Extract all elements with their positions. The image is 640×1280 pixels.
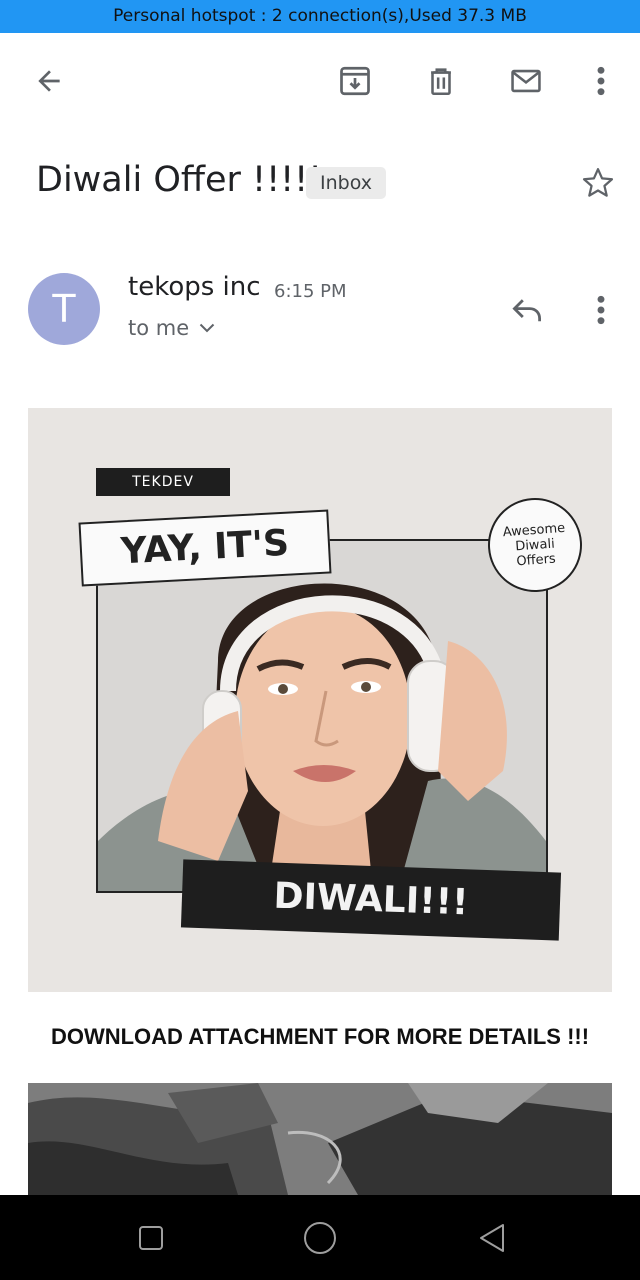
status-bar: Personal hotspot : 2 connection(s),Used … — [0, 0, 640, 33]
woman-with-headphones-illustration — [98, 541, 546, 891]
mark-unread-icon — [511, 69, 541, 93]
recipient-details-toggle[interactable]: to me — [128, 316, 215, 340]
recents-square-icon — [139, 1226, 163, 1250]
back-triangle-icon — [480, 1224, 504, 1252]
back-button[interactable] — [21, 33, 77, 129]
archive-icon — [340, 66, 370, 96]
status-bar-text: Personal hotspot : 2 connection(s),Used … — [113, 6, 527, 26]
system-back-button[interactable] — [466, 1212, 518, 1264]
reply-button[interactable] — [502, 285, 552, 335]
home-circle-icon — [304, 1222, 336, 1254]
ink-texture-illustration — [28, 1083, 612, 1195]
star-icon — [582, 168, 614, 197]
sender-avatar[interactable]: T — [28, 273, 100, 345]
system-navigation-bar — [0, 1195, 640, 1280]
message-more-button[interactable] — [576, 285, 626, 335]
sender-name: tekops inc — [128, 272, 261, 302]
back-arrow-icon — [38, 70, 60, 92]
email-subject: Diwali Offer !!!!! — [36, 160, 323, 200]
diwali-footer-box: DIWALI!!! — [180, 859, 562, 941]
chevron-down-icon — [199, 323, 215, 333]
delete-icon — [431, 68, 451, 96]
headline-box: YAY, IT'S — [78, 509, 332, 587]
top-toolbar — [0, 33, 640, 129]
ink-texture-image[interactable] — [28, 1083, 612, 1195]
reply-icon — [512, 299, 541, 322]
download-attachment-text: DOWNLOAD ATTACHMENT FOR MORE DETAILS !!! — [50, 1024, 590, 1049]
mark-unread-button[interactable] — [498, 33, 554, 129]
archive-button[interactable] — [327, 33, 383, 129]
recents-button[interactable] — [125, 1212, 177, 1264]
subject-row: Diwali Offer !!!!! Inbox — [36, 158, 616, 210]
recipient-label: to me — [128, 316, 190, 340]
home-button[interactable] — [294, 1212, 346, 1264]
model-photo — [96, 539, 548, 893]
badge-line-3: Offers — [515, 551, 557, 569]
more-vert-icon — [597, 66, 605, 96]
star-button[interactable] — [576, 158, 620, 208]
promo-banner-image[interactable]: TEKDEV YAY, IT'S Awesome Diwali Offers D… — [28, 408, 612, 992]
delete-button[interactable] — [413, 33, 469, 129]
more-vert-icon — [597, 295, 605, 325]
brand-tag: TEKDEV — [96, 468, 230, 496]
more-options-button[interactable] — [573, 33, 629, 129]
inbox-label-chip[interactable]: Inbox — [306, 167, 386, 199]
email-time: 6:15 PM — [274, 281, 347, 302]
